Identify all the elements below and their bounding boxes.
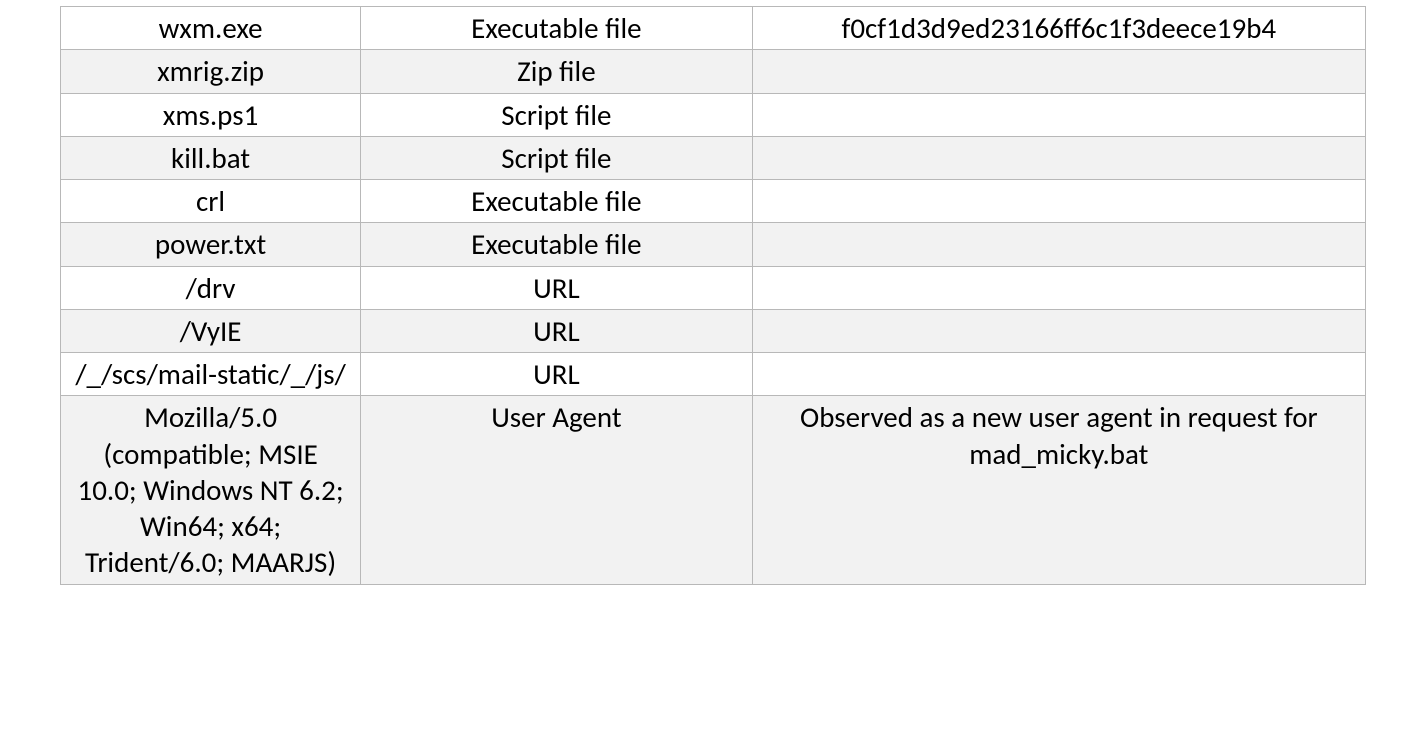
note-cell <box>752 309 1365 352</box>
indicator-cell: xmrig.zip <box>61 50 361 93</box>
type-cell: Script file <box>361 136 753 179</box>
indicator-cell: /VyIE <box>61 309 361 352</box>
type-cell: Executable file <box>361 223 753 266</box>
note-cell: Observed as a new user agent in request … <box>752 396 1365 584</box>
note-cell <box>752 266 1365 309</box>
indicator-cell: /drv <box>61 266 361 309</box>
note-cell <box>752 50 1365 93</box>
table-row: crlExecutable file <box>61 180 1366 223</box>
indicator-cell: crl <box>61 180 361 223</box>
type-cell: Script file <box>361 93 753 136</box>
type-cell: URL <box>361 309 753 352</box>
ioc-table: wxm.exeExecutable filef0cf1d3d9ed23166ff… <box>60 6 1366 585</box>
indicator-cell: kill.bat <box>61 136 361 179</box>
table-row: xmrig.zipZip file <box>61 50 1366 93</box>
type-cell: Executable file <box>361 180 753 223</box>
table-row: Mozilla/5.0 (compatible; MSIE 10.0; Wind… <box>61 396 1366 584</box>
indicator-cell: xms.ps1 <box>61 93 361 136</box>
table-row: power.txtExecutable file <box>61 223 1366 266</box>
note-cell <box>752 93 1365 136</box>
note-cell <box>752 180 1365 223</box>
table-row: kill.batScript file <box>61 136 1366 179</box>
table-row: /drvURL <box>61 266 1366 309</box>
note-cell <box>752 136 1365 179</box>
type-cell: URL <box>361 266 753 309</box>
table-row: /_/scs/mail-static/_/js/URL <box>61 353 1366 396</box>
table-row: xms.ps1Script file <box>61 93 1366 136</box>
indicator-cell: /_/scs/mail-static/_/js/ <box>61 353 361 396</box>
note-cell <box>752 353 1365 396</box>
indicator-cell: wxm.exe <box>61 7 361 50</box>
table-row: /VyIEURL <box>61 309 1366 352</box>
type-cell: URL <box>361 353 753 396</box>
type-cell: User Agent <box>361 396 753 584</box>
note-cell: f0cf1d3d9ed23166ff6c1f3deece19b4 <box>752 7 1365 50</box>
indicator-cell: Mozilla/5.0 (compatible; MSIE 10.0; Wind… <box>61 396 361 584</box>
indicator-cell: power.txt <box>61 223 361 266</box>
table-row: wxm.exeExecutable filef0cf1d3d9ed23166ff… <box>61 7 1366 50</box>
type-cell: Executable file <box>361 7 753 50</box>
note-cell <box>752 223 1365 266</box>
type-cell: Zip file <box>361 50 753 93</box>
